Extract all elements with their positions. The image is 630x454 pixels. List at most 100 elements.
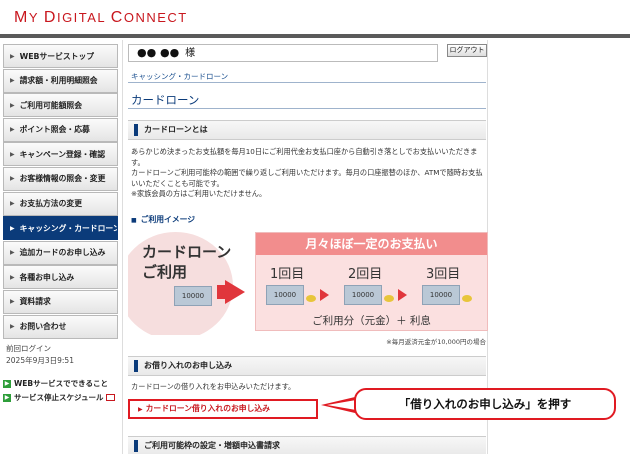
sidebar-item-label: お支払方法の変更	[19, 199, 82, 209]
triangle-right-icon: ▶	[10, 298, 15, 306]
sidebar-item-label: キャンペーン登録・確認	[19, 149, 105, 159]
breadcrumb[interactable]: キャッシング・カードローン	[131, 71, 228, 82]
period-label: 2回目	[348, 267, 383, 282]
illus-text: ご利用	[142, 263, 188, 281]
sidebar-item-additional-card[interactable]: ▶ 追加カードのお申し込み	[3, 240, 118, 265]
arrow-right-icon	[320, 289, 329, 301]
panel-footer: ご利用分（元金）＋ 利息	[312, 315, 431, 327]
illustration-note: ※毎月返済元金が10,000円の場合	[386, 338, 486, 346]
arrow-right-icon	[225, 280, 245, 304]
header-rule	[0, 34, 630, 38]
sidebar-item-customer-info[interactable]: ▶ お客様情報の照会・変更	[3, 166, 118, 191]
banknote-icon: 10000	[344, 285, 382, 305]
sidebar-item-label: ポイント照会・応募	[19, 125, 90, 135]
last-login-label: 前回ログイン	[6, 343, 51, 353]
sidebar-item-web-top[interactable]: ▶ WEBサービストップ	[3, 44, 118, 68]
sidebar-item-applications[interactable]: ▶ 各種お申し込み	[3, 265, 118, 290]
sidebar-item-billing[interactable]: ▶ 請求額・利用明細照会	[3, 68, 118, 93]
service-maintenance-link[interactable]: ▶ サービス停止スケジュール	[3, 391, 118, 405]
triangle-right-icon: ▶	[10, 77, 15, 85]
customer-name: ●● ●●	[137, 46, 180, 59]
section-heading-apply: お借り入れのお申し込み	[128, 356, 486, 376]
external-window-icon	[106, 394, 116, 402]
sidebar-item-materials[interactable]: ▶ 資料請求	[3, 289, 118, 314]
instruction-callout: 「借り入れのお申し込み」を押す	[354, 388, 616, 420]
brand-logo[interactable]: MY DIGITAL CONNECT	[14, 9, 188, 27]
sidebar-item-label: お問い合わせ	[19, 322, 67, 332]
side-links: ▶ WEBサービスでできること ▶ サービス停止スケジュール	[3, 377, 118, 405]
period-label: 1回目	[270, 267, 305, 282]
triangle-right-icon: ▶	[10, 323, 15, 331]
triangle-right-icon: ▶	[10, 175, 15, 183]
sidebar-item-label: 請求額・利用明細照会	[19, 76, 98, 86]
triangle-right-icon: ▶	[10, 126, 15, 134]
sidebar-item-label: 各種お申し込み	[19, 272, 75, 282]
usage-image-heading: ご利用イメージ	[131, 214, 195, 225]
section-body-about: あらかじめ決まったお支払額を毎月10日にご利用代金お支払口座から自動引き落としで…	[131, 147, 486, 200]
logo-letter: Y	[28, 10, 44, 25]
sidebar-item-label: ご利用可能額照会	[19, 100, 82, 110]
triangle-right-icon: ▶	[10, 101, 15, 109]
last-login: 前回ログイン 2025年9月3日9:51	[3, 343, 118, 367]
section-heading-about: カードローンとは	[128, 120, 486, 140]
triangle-right-icon: ▶	[10, 249, 15, 257]
link-label: カードローン借り入れのお申し込み	[145, 404, 270, 413]
paragraph: カードローンご利用可能枠の範囲で繰り返しご利用いただけます。毎月の口座振替のほか…	[131, 168, 483, 188]
divider	[128, 82, 486, 83]
sidebar-item-campaign[interactable]: ▶ キャンペーン登録・確認	[3, 142, 118, 167]
divider	[128, 108, 486, 109]
honorific: 様	[185, 48, 196, 59]
logout-button[interactable]: ログアウト	[447, 44, 487, 57]
paragraph: あらかじめ決まったお支払額を毎月10日にご利用代金お支払口座から自動引き落としで…	[131, 147, 478, 167]
greeting-bar: ●● ●● 様	[128, 44, 438, 62]
sidebar-item-payment-method[interactable]: ▶ お支払方法の変更	[3, 191, 118, 216]
coin-icon	[462, 295, 472, 302]
logo-letter: IGITAL	[56, 10, 111, 25]
triangle-right-icon: ▶	[10, 273, 15, 281]
divider	[122, 40, 123, 454]
paragraph: ※家族会員の方はご利用いただけません。	[131, 189, 267, 198]
illus-left-label: カードローン ご利用	[142, 242, 231, 282]
sidebar-item-label: キャッシング・カードローン	[19, 223, 118, 233]
triangle-right-icon: ▶	[138, 406, 143, 413]
sidebar-item-label: 追加カードのお申し込み	[19, 248, 106, 258]
page: MY DIGITAL CONNECT ▶ WEBサービストップ ▶ 請求額・利用明細…	[0, 0, 630, 454]
logo-letter: M	[14, 9, 29, 26]
link-label: WEBサービスでできること	[14, 379, 108, 389]
callout-pointer-inner	[327, 400, 356, 410]
banknote-icon: 10000	[422, 285, 460, 305]
arrow-right-icon: ▶	[3, 393, 11, 402]
payment-panel: 月々ほぼ一定のお支払い 1回目 2回目 3回目 10000 10000 1000…	[255, 232, 488, 331]
usage-illustration: カードローン ご利用 10000 月々ほぼ一定のお支払い 1回目 2回目 3回目…	[128, 232, 490, 335]
section-heading-limit: ご利用可能枠の設定・増額申込書請求	[128, 436, 486, 454]
sidebar-item-cashing-cardloan[interactable]: ▶ キャッシング・カードローン	[3, 216, 118, 241]
page-title: カードローン	[131, 93, 200, 107]
sidebar-nav: ▶ WEBサービストップ ▶ 請求額・利用明細照会 ▶ ご利用可能額照会 ▶ ポイント照…	[3, 44, 118, 405]
arrow-right-icon	[398, 289, 407, 301]
coin-icon	[306, 295, 316, 302]
link-label: サービス停止スケジュール	[14, 393, 104, 403]
logo-letter: D	[43, 9, 57, 26]
panel-title: 月々ほぼ一定のお支払い	[256, 233, 487, 255]
last-login-value: 2025年9月3日9:51	[6, 355, 74, 365]
period-label: 3回目	[426, 267, 461, 282]
sidebar-item-label: 資料請求	[19, 297, 51, 307]
sidebar-item-label: お客様情報の照会・変更	[19, 174, 106, 184]
logo-letter: ONNECT	[123, 10, 188, 25]
triangle-right-icon: ▶	[10, 150, 15, 158]
banknote-icon: 10000	[266, 285, 304, 305]
sidebar-item-available-amount[interactable]: ▶ ご利用可能額照会	[3, 93, 118, 118]
sidebar-item-label: WEBサービストップ	[19, 51, 95, 61]
coin-icon	[384, 295, 394, 302]
arrow-right-icon: ▶	[3, 379, 11, 388]
cardloan-apply-link[interactable]: ▶ カードローン借り入れのお申し込み	[128, 399, 318, 419]
logo-letter: C	[110, 9, 124, 26]
sidebar-item-contact[interactable]: ▶ お問い合わせ	[3, 314, 118, 339]
banknote-icon: 10000	[174, 286, 212, 306]
sidebar-item-points[interactable]: ▶ ポイント照会・応募	[3, 117, 118, 142]
triangle-right-icon: ▶	[10, 200, 15, 208]
web-service-features-link[interactable]: ▶ WEBサービスでできること	[3, 377, 118, 391]
illus-text: カードローン	[142, 243, 232, 261]
triangle-right-icon: ▶	[10, 224, 15, 232]
triangle-right-icon: ▶	[10, 52, 15, 60]
